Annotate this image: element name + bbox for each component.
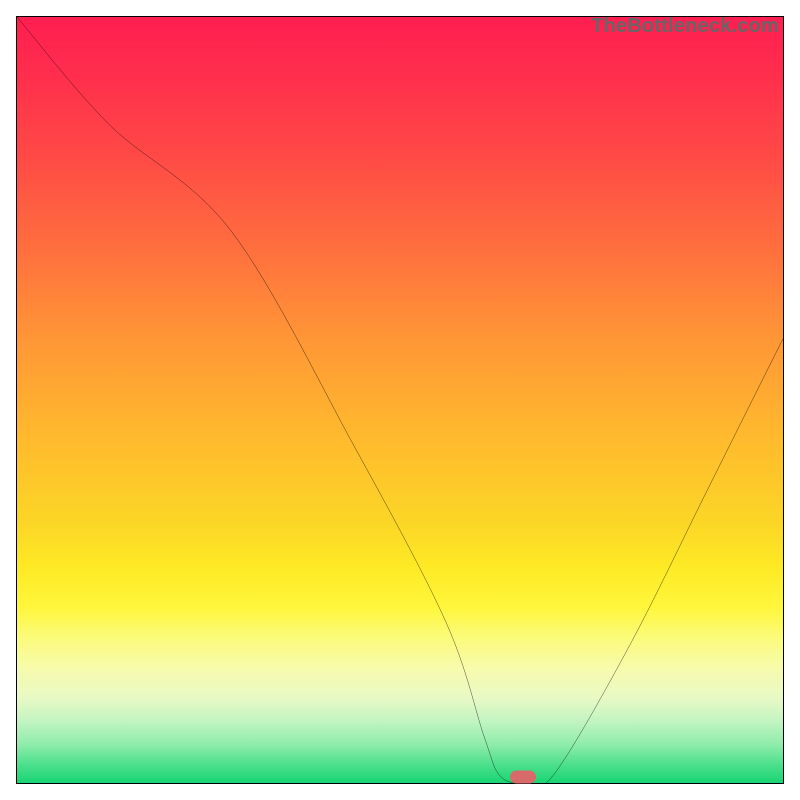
curve-layer (17, 17, 783, 783)
bottleneck-chart: TheBottleneck.com (0, 0, 800, 800)
plot-area: TheBottleneck.com (16, 16, 784, 784)
optimal-point-marker (510, 770, 536, 783)
bottleneck-curve-path (17, 17, 783, 783)
